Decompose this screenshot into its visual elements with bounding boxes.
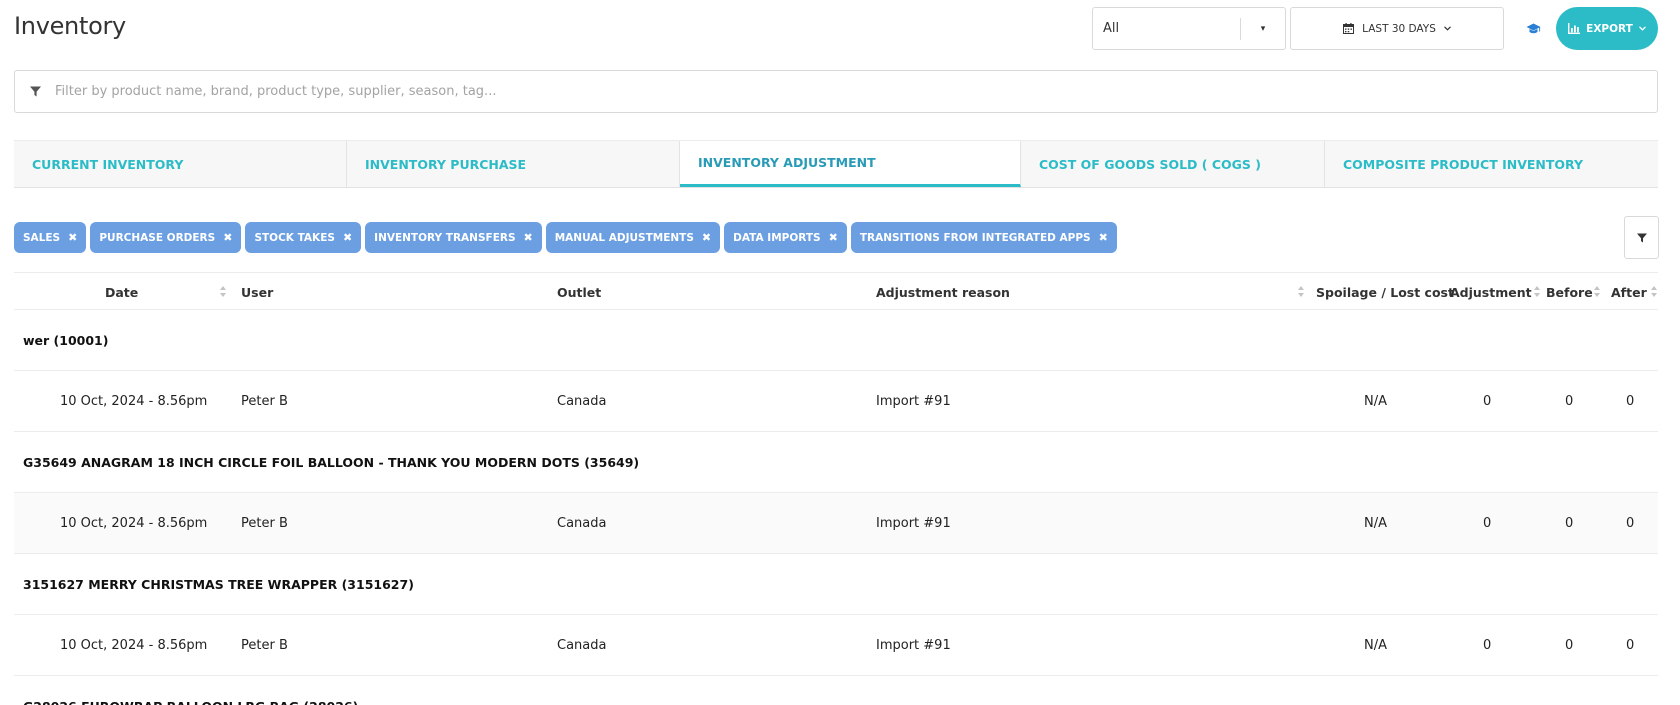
cell-after: 0: [1626, 638, 1635, 653]
close-icon[interactable]: ✖: [223, 231, 232, 244]
graduation-cap-icon[interactable]: [1522, 18, 1544, 40]
product-group-row: wer (10001): [14, 310, 1658, 371]
tab-inventory-adjustment[interactable]: INVENTORY ADJUSTMENT: [680, 141, 1021, 187]
table-row: 10 Oct, 2024 - 8.56pm Peter B Canada Imp…: [14, 371, 1658, 432]
sort-icon[interactable]: [1650, 285, 1658, 299]
column-header-before[interactable]: Before: [1546, 273, 1593, 311]
product-group-row: G35649 ANAGRAM 18 INCH CIRCLE FOIL BALLO…: [14, 432, 1658, 493]
cell-outlet: Canada: [557, 516, 607, 531]
cell-spoilage: N/A: [1364, 638, 1387, 653]
cell-spoilage: N/A: [1364, 394, 1387, 409]
chip-label: MANUAL ADJUSTMENTS: [554, 231, 694, 244]
column-header-reason[interactable]: Adjustment reason: [876, 273, 1010, 311]
sort-icon[interactable]: [1533, 285, 1541, 299]
column-header-date[interactable]: Date: [105, 273, 138, 311]
caret-down-icon[interactable]: ▾: [1241, 24, 1285, 34]
chip-sales: SALES ✖: [14, 222, 87, 253]
cell-reason: Import #91: [876, 394, 951, 409]
cell-after: 0: [1626, 516, 1635, 531]
column-header-after[interactable]: After: [1611, 273, 1647, 311]
chip-label: DATA IMPORTS: [733, 231, 821, 244]
tab-cogs[interactable]: COST OF GOODS SOLD ( COGS ): [1021, 141, 1325, 187]
cell-reason: Import #91: [876, 638, 951, 653]
export-button[interactable]: EXPORT: [1556, 7, 1658, 50]
product-group-row: 3151627 MERRY CHRISTMAS TREE WRAPPER (31…: [14, 554, 1658, 615]
date-range-button[interactable]: LAST 30 DAYS: [1290, 7, 1504, 50]
cell-date: 10 Oct, 2024 - 8.56pm: [60, 516, 208, 531]
column-header-user[interactable]: User: [241, 273, 273, 311]
column-header-outlet[interactable]: Outlet: [557, 273, 601, 311]
date-range-label: LAST 30 DAYS: [1362, 22, 1436, 35]
close-icon[interactable]: ✖: [1099, 231, 1108, 244]
sort-icon[interactable]: [1593, 285, 1601, 299]
cell-before: 0: [1565, 638, 1574, 653]
cell-outlet: Canada: [557, 394, 607, 409]
source-filter-chips: SALES ✖ PURCHASE ORDERS ✖ STOCK TAKES ✖ …: [14, 222, 1117, 253]
page-title: Inventory: [14, 12, 126, 40]
cell-reason: Import #91: [876, 516, 951, 531]
table-row: 10 Oct, 2024 - 8.56pm Peter B Canada Imp…: [14, 493, 1658, 554]
close-icon[interactable]: ✖: [524, 231, 533, 244]
cell-date: 10 Oct, 2024 - 8.56pm: [60, 638, 208, 653]
table-header: Date User Outlet Adjustment reason Spoil…: [14, 272, 1658, 310]
chip-inventory-transfers: INVENTORY TRANSFERS ✖: [365, 222, 542, 253]
chip-label: SALES: [23, 231, 61, 244]
table-row: 10 Oct, 2024 - 8.56pm Peter B Canada Imp…: [14, 615, 1658, 676]
sort-icon[interactable]: [1297, 285, 1305, 299]
chip-label: PURCHASE ORDERS: [99, 231, 216, 244]
chip-label: STOCK TAKES: [254, 231, 335, 244]
cell-adjustment: 0: [1483, 516, 1492, 531]
filter-icon: [1636, 232, 1647, 243]
close-icon[interactable]: ✖: [343, 231, 352, 244]
sort-icon[interactable]: [219, 285, 227, 299]
chip-stock-takes: STOCK TAKES ✖: [245, 222, 362, 253]
product-filter-input[interactable]: [55, 84, 1657, 99]
calendar-icon: [1343, 23, 1355, 34]
chip-purchase-orders: PURCHASE ORDERS ✖: [90, 222, 242, 253]
export-label: EXPORT: [1586, 22, 1633, 35]
close-icon[interactable]: ✖: [68, 231, 77, 244]
tab-composite-product-inventory[interactable]: COMPOSITE PRODUCT INVENTORY: [1325, 141, 1658, 187]
cell-user: Peter B: [241, 394, 288, 409]
product-filter-bar[interactable]: [14, 70, 1658, 113]
adjustment-table: Date User Outlet Adjustment reason Spoil…: [14, 272, 1658, 705]
cell-before: 0: [1565, 516, 1574, 531]
close-icon[interactable]: ✖: [702, 231, 711, 244]
cell-after: 0: [1626, 394, 1635, 409]
outlet-select-value: All: [1103, 21, 1120, 36]
column-header-spoilage[interactable]: Spoilage / Lost cost: [1316, 273, 1454, 311]
cell-date: 10 Oct, 2024 - 8.56pm: [60, 394, 208, 409]
product-group-row: G28026 EUROWRAP BALLOON LRG BAG (28026): [14, 676, 1658, 705]
cell-before: 0: [1565, 394, 1574, 409]
report-tabs: CURRENT INVENTORY INVENTORY PURCHASE INV…: [14, 140, 1658, 188]
chip-label: TRANSITIONS FROM INTEGRATED APPS: [859, 231, 1091, 244]
filter-icon: [15, 86, 55, 97]
chip-integrated-apps: TRANSITIONS FROM INTEGRATED APPS ✖: [850, 222, 1117, 253]
tab-inventory-purchase[interactable]: INVENTORY PURCHASE: [347, 141, 680, 187]
chip-label: INVENTORY TRANSFERS: [374, 231, 516, 244]
bar-chart-icon: [1568, 23, 1581, 34]
cell-spoilage: N/A: [1364, 516, 1387, 531]
column-header-adjustment[interactable]: Adjustment: [1450, 273, 1532, 311]
tab-current-inventory[interactable]: CURRENT INVENTORY: [14, 141, 347, 187]
outlet-select[interactable]: All ▾: [1092, 7, 1286, 50]
chip-manual-adjustments: MANUAL ADJUSTMENTS ✖: [545, 222, 721, 253]
chip-data-imports: DATA IMPORTS ✖: [724, 222, 847, 253]
cell-adjustment: 0: [1483, 394, 1492, 409]
chevron-down-icon: [1443, 26, 1451, 31]
cell-outlet: Canada: [557, 638, 607, 653]
cell-adjustment: 0: [1483, 638, 1492, 653]
column-filter-button[interactable]: [1624, 216, 1659, 259]
cell-user: Peter B: [241, 638, 288, 653]
cell-user: Peter B: [241, 516, 288, 531]
chevron-down-icon: [1638, 26, 1646, 31]
close-icon[interactable]: ✖: [829, 231, 838, 244]
